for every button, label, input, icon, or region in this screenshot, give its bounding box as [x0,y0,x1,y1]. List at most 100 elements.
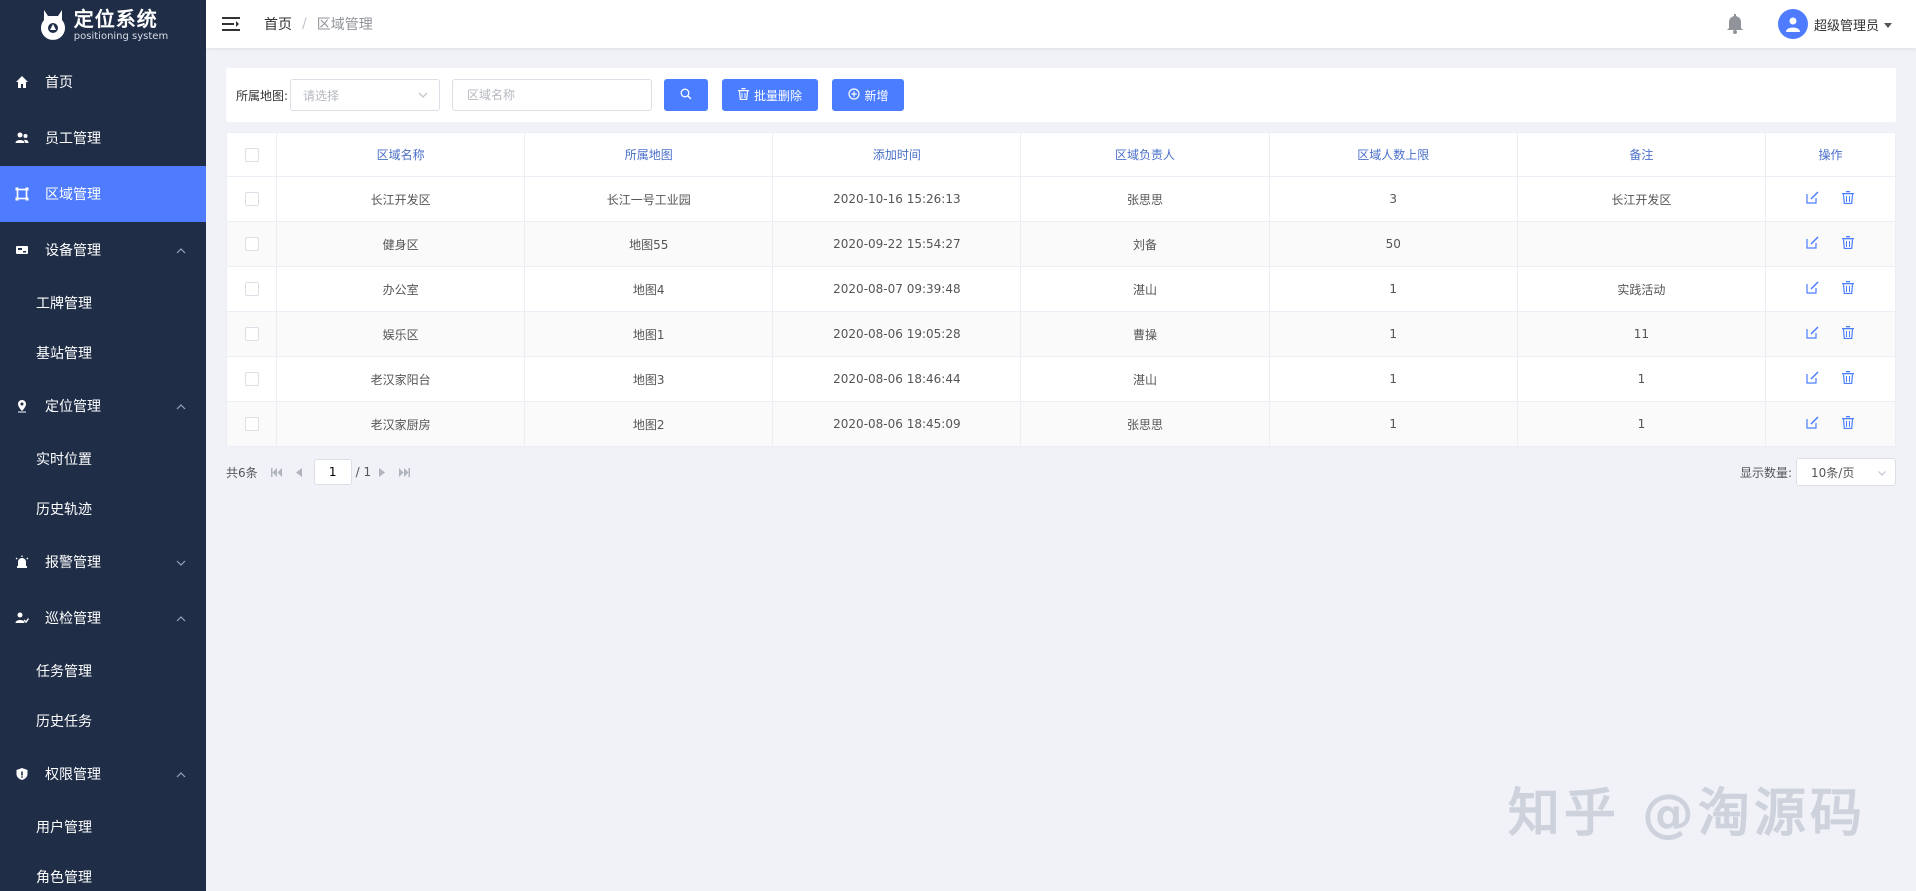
sidebar-subitem-station[interactable]: 基站管理 [0,328,206,378]
table-cell: 1 [1268,266,1518,312]
column-header[interactable]: 区域名称 [275,132,526,177]
column-header[interactable]: 所属地图 [524,132,774,177]
logo[interactable]: 定位系统 positioning system [0,0,206,50]
user-name[interactable]: 超级管理员 [1814,15,1879,34]
table-cell: 1 [1268,311,1518,357]
row-checkbox[interactable] [244,282,259,297]
edit-icon[interactable] [1805,236,1820,250]
table-cell: 2020-09-22 15:54:27 [772,221,1022,267]
delete-icon[interactable] [1841,191,1856,205]
table-cell: 办公室 [275,266,526,312]
row-checkbox[interactable] [244,372,259,387]
select-all-checkbox[interactable] [244,147,259,162]
column-header[interactable]: 区域人数上限 [1268,132,1518,177]
sidebar-subitem-realtime[interactable]: 实时位置 [0,434,206,484]
sidebar-subitem-role[interactable]: 角色管理 [0,852,206,891]
edit-icon[interactable] [1805,371,1820,385]
map-select[interactable]: 请选择 [290,79,441,111]
column-header[interactable]: 区域负责人 [1020,132,1270,177]
row-actions [1765,356,1896,402]
sidebar-subitem-history-track[interactable]: 历史轨迹 [0,484,206,534]
sidebar-subitem-user[interactable]: 用户管理 [0,802,206,852]
delete-icon[interactable] [1841,236,1856,250]
sidebar-item-staff[interactable]: 员工管理 [0,110,206,166]
caret-down-icon[interactable] [1884,17,1892,32]
page-size-select[interactable]: 10条/页 [1796,458,1896,486]
table-cell: 张思思 [1020,401,1270,447]
table-cell: 长江一号工业园 [524,176,774,222]
menu-toggle-icon[interactable] [222,14,244,34]
location-icon [14,398,30,414]
row-select-cell [226,176,277,222]
search-icon [680,88,692,103]
sidebar-item-alarm[interactable]: 报警管理 [0,534,206,590]
table-cell: 50 [1268,221,1518,267]
patrol-icon [14,610,30,626]
app-subtitle: positioning system [73,30,169,42]
watermark: 知乎 @淘源码 [1507,784,1866,844]
delete-icon[interactable] [1841,371,1856,385]
row-actions [1765,401,1896,447]
patrol-submenu: 任务管理 历史任务 [0,646,206,746]
table-cell: 长江开发区 [1516,176,1767,222]
sidebar: 定位系统 positioning system 首页 员工管理 区域管理 设备管… [0,0,206,891]
table-cell: 1 [1268,401,1518,447]
edit-icon[interactable] [1805,281,1820,295]
area-icon [14,186,30,202]
last-page-icon[interactable] [397,465,411,479]
sidebar-item-area[interactable]: 区域管理 [0,166,206,222]
column-header[interactable]: 备注 [1516,132,1767,177]
delete-icon[interactable] [1841,326,1856,340]
sidebar-item-location[interactable]: 定位管理 [0,378,206,434]
sidebar-item-patrol[interactable]: 巡检管理 [0,590,206,646]
edit-icon[interactable] [1805,416,1820,430]
table-row: 娱乐区 地图1 2020-08-06 19:05:28 曹操 1 11 [226,311,1896,357]
sidebar-subitem-history-task[interactable]: 历史任务 [0,696,206,746]
breadcrumb-home[interactable]: 首页 [264,14,292,34]
table-cell: 2020-08-06 19:05:28 [772,311,1022,357]
chevron-up-icon [176,242,186,258]
avatar[interactable] [1777,9,1808,39]
sidebar-item-permission[interactable]: 权限管理 [0,746,206,802]
sidebar-subitem-badge[interactable]: 工牌管理 [0,278,206,328]
edit-icon[interactable] [1805,326,1820,340]
area-name-input[interactable] [452,79,653,111]
row-checkbox[interactable] [244,327,259,342]
prev-page-icon[interactable] [292,465,306,479]
map-select-placeholder: 请选择 [303,88,340,103]
batch-delete-button[interactable]: 批量删除 [722,79,819,111]
home-icon [14,74,30,90]
delete-icon[interactable] [1841,416,1856,430]
page-number-input[interactable] [313,459,352,485]
bell-icon[interactable] [1724,12,1748,36]
add-button[interactable]: 新增 [832,79,905,111]
sidebar-subitem-task[interactable]: 任务管理 [0,646,206,696]
table-cell: 2020-08-07 09:39:48 [772,266,1022,312]
table-cell: 2020-10-16 15:26:13 [772,176,1022,222]
table-header-row: 区域名称 所属地图 添加时间 区域负责人 区域人数上限 备注 操作 [226,132,1896,177]
sidebar-item-label: 报警管理 [45,555,101,571]
sidebar-item-device[interactable]: 设备管理 [0,222,206,278]
chevron-down-icon [417,89,429,104]
table-cell: 1 [1516,401,1767,447]
area-table: 区域名称 所属地图 添加时间 区域负责人 区域人数上限 备注 操作 长江开发区 … [226,132,1896,447]
next-page-icon[interactable] [375,465,389,479]
column-header[interactable]: 添加时间 [772,132,1022,177]
table-cell [1516,221,1767,267]
table-cell: 1 [1268,356,1518,402]
table-cell: 健身区 [275,221,526,267]
page-size-value: 10条/页 [1811,465,1855,480]
row-checkbox[interactable] [244,417,259,432]
row-checkbox[interactable] [244,237,259,252]
edit-icon[interactable] [1805,191,1820,205]
sidebar-item-home[interactable]: 首页 [0,54,206,110]
row-checkbox[interactable] [244,192,259,207]
first-page-icon[interactable] [270,465,284,479]
pagination: 共6条 / 1 显示数量: 10条/页 [226,447,1896,497]
table-row: 老汉家厨房 地图2 2020-08-06 18:45:09 张思思 1 1 [226,401,1896,447]
search-button[interactable] [664,79,709,111]
delete-icon[interactable] [1841,281,1856,295]
add-label: 新增 [864,88,889,103]
table-cell: 老汉家阳台 [275,356,526,402]
chevron-up-icon [176,766,186,782]
